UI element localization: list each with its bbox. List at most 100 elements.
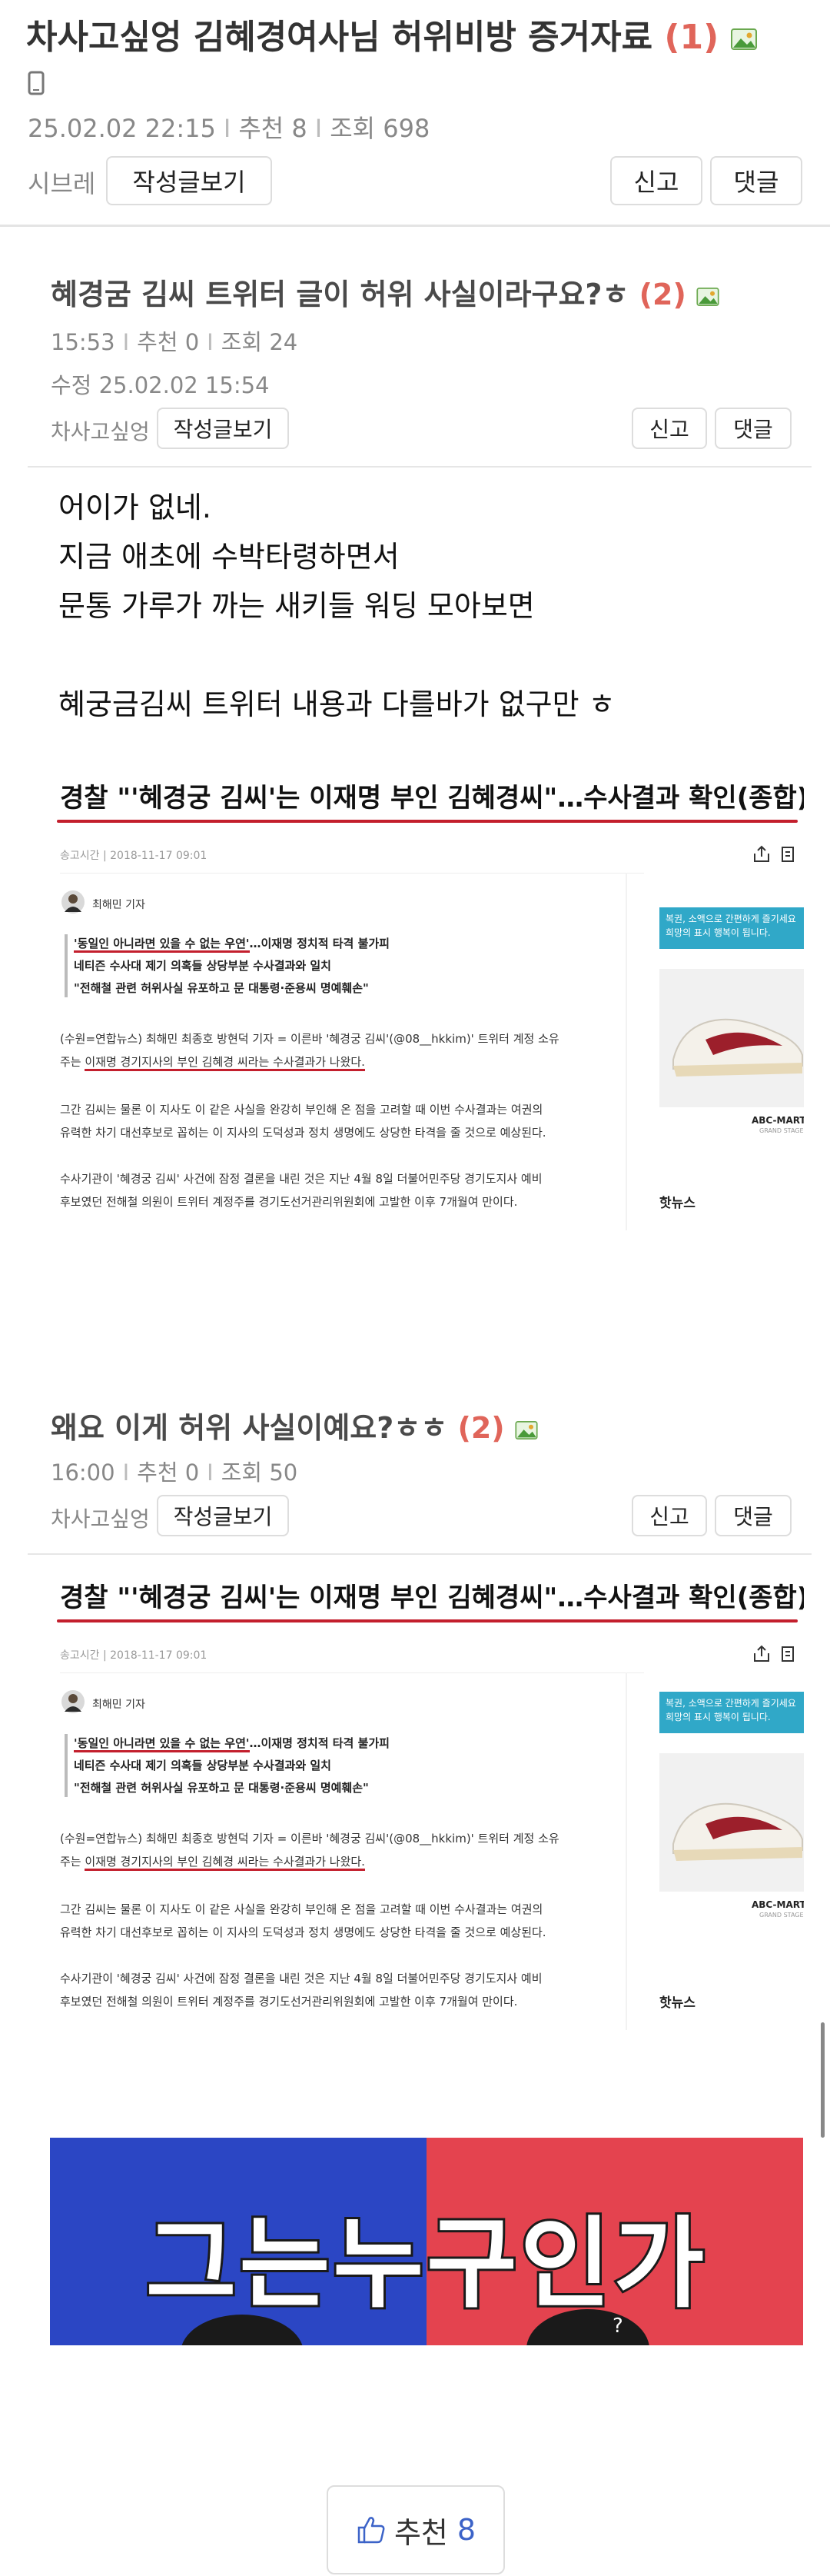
reporter-avatar: [61, 1690, 85, 1713]
image-attachment-icon: [730, 28, 757, 50]
news-para-2b: 유력한 차기 대선후보로 꼽히는 이 지사의 도덕성과 정치 생명에도 상당한 …: [60, 1925, 546, 1939]
post-date: 25.02.02 22:15: [28, 114, 216, 143]
reply1-body: 어이가 없네. 지금 애초에 수박타령하면서 문통 가루가 까는 새키들 워딩 …: [58, 483, 616, 729]
reply2-title: 왜요 이게 허위 사실이예요?ㅎㅎ (2): [51, 1404, 538, 1446]
post-title-text: 차사고싶엉 김혜경여사님 허위비방 증거자료: [26, 18, 653, 57]
news-para-3b: 후보였던 전해철 의원이 트위터 계정주를 경기도선거관리위원회에 고발한 이후…: [60, 1995, 518, 2009]
ad-banner: 복권, 소액으로 간편하게 즐기세요 희망의 표시 행복이 됩니다.: [659, 907, 804, 949]
news-para-3a: 수사기관이 '혜경궁 김씨' 사건에 잠정 결론을 내린 것은 지난 4월 8일…: [60, 1172, 543, 1186]
news-timestamp: 송고시간 | 2018-11-17 09:01: [60, 850, 208, 862]
reply1-title-text: 혜경굼 김씨 트위터 글이 허위 사실이라구요?ㅎ: [51, 278, 629, 311]
reply1-view-count: 조회 24: [221, 329, 298, 355]
reply1-body-line: [58, 631, 616, 680]
reply2-divider: [28, 1553, 812, 1555]
reply2-report-button[interactable]: 신고: [632, 1495, 707, 1536]
poster-image: 그는누구인가 ?: [50, 2138, 803, 2345]
view-posts-button[interactable]: 작성글보기: [106, 156, 272, 205]
thumbs-up-icon: [357, 2517, 385, 2544]
recommend-count: 8: [456, 2513, 476, 2547]
news-para-2b: 유력한 차기 대선후보로 꼽히는 이 지사의 도덕성과 정치 생명에도 상당한 …: [60, 1126, 546, 1140]
reply2-view-posts-button[interactable]: 작성글보기: [157, 1495, 289, 1536]
news-para-1a: (수원=연합뉴스) 최해민 최종호 방현덕 기자 = 이른바 '혜경궁 김씨'(…: [60, 1832, 559, 1845]
news-lead-1: '동일인 아니라면 있을 수 없는 우연'…이재명 정치적 타격 불가피: [74, 1735, 390, 1752]
reply1-body-line: 혜궁금김씨 트위터 내용과 다를바가 없구만 ㅎ: [58, 687, 616, 721]
post-author[interactable]: 시브레: [28, 165, 95, 200]
news-timestamp: 송고시간 | 2018-11-17 09:01: [60, 1649, 208, 1662]
share-icon: [754, 1645, 794, 1662]
hot-news-label: 핫뉴스: [659, 1196, 696, 1211]
reply2-recommend-count: 추천 0: [137, 1459, 200, 1486]
shoe-image: [659, 969, 804, 1107]
news-headline: 경찰 "'혜경궁 김씨'는 이재명 부인 김혜경씨"…수사결과 확인(종합): [60, 783, 804, 814]
news-para-1b: 주는 이재명 경기지사의 부인 김혜경 씨라는 수사결과가 나왔다.: [60, 1053, 365, 1071]
reply1-meta: 15:53 I 추천 0 I 조회 24: [51, 329, 298, 355]
poster-text: 그는누구인가: [144, 2205, 708, 2324]
news-screenshot-2: 경찰 "'혜경궁 김씨'는 이재명 부인 김혜경씨"…수사결과 확인(종합) 송…: [52, 1576, 804, 2030]
news-para-1b: 주는 이재명 경기지사의 부인 김혜경 씨라는 수사결과가 나왔다.: [60, 1853, 365, 1871]
news-ad: 복권, 소액으로 간편하게 즐기세요 희망의 표시 행복이 됩니다. ABC-M…: [659, 1692, 804, 2030]
headline-underline: [57, 820, 798, 823]
reply2-time: 16:00: [51, 1459, 115, 1486]
silhouette-right: ?: [526, 2309, 649, 2345]
shoe-image: [659, 1753, 804, 1892]
headline-underline: [57, 1619, 798, 1622]
reply1-edited: 수정 25.02.02 15:54: [51, 372, 270, 398]
reply2-comment-button[interactable]: 댓글: [715, 1495, 792, 1536]
reply1-report-button[interactable]: 신고: [632, 408, 707, 449]
reply1-divider: [28, 466, 812, 468]
news-ad: 복권, 소액으로 간편하게 즐기세요 희망의 표시 행복이 됩니다. ABC-M…: [659, 907, 804, 1230]
comment-button[interactable]: 댓글: [710, 156, 802, 205]
news-para-2a: 그간 김씨는 물론 이 지사도 이 같은 사실을 완강히 부인해 온 점을 고려…: [60, 1902, 543, 1916]
scrollbar-thumb[interactable]: [821, 2022, 825, 2138]
mobile-device-icon: [28, 71, 45, 95]
ad-banner: 복권, 소액으로 간편하게 즐기세요 희망의 표시 행복이 됩니다.: [659, 1692, 804, 1733]
news-para-2a: 그간 김씨는 물론 이 지사도 이 같은 사실을 완강히 부인해 온 점을 고려…: [60, 1103, 543, 1117]
comment-count[interactable]: (1): [664, 18, 719, 57]
ad-brand: ABC-MART: [752, 1115, 804, 1126]
image-attachment-icon: [696, 287, 719, 306]
reply2-title-text: 왜요 이게 허위 사실이예요?ㅎㅎ: [51, 1411, 448, 1445]
ad-sub: GRAND STAGE: [759, 1127, 804, 1134]
reply2-comment-count[interactable]: (2): [457, 1411, 504, 1445]
reply2-meta: 16:00 I 추천 0 I 조회 50: [51, 1459, 298, 1486]
reply1-view-posts-button[interactable]: 작성글보기: [157, 408, 289, 449]
ad-sub: GRAND STAGE: [759, 1912, 804, 1919]
news-lead-3: "전해철 관련 허위사실 유포하고 문 대통령·준용씨 명예훼손": [74, 1781, 369, 1795]
news-lead-3: "전해철 관련 허위사실 유포하고 문 대통령·준용씨 명예훼손": [74, 981, 369, 995]
post-title: 차사고싶엉 김혜경여사님 허위비방 증거자료 (1): [26, 9, 757, 58]
reply2-view-count: 조회 50: [221, 1459, 298, 1486]
reply1-title: 혜경굼 김씨 트위터 글이 허위 사실이라구요?ㅎ (2): [51, 271, 719, 313]
reply2-author[interactable]: 차사고싶엉: [51, 1503, 150, 1533]
hot-news-label: 핫뉴스: [659, 1995, 696, 2011]
news-para-1a: (수원=연합뉴스) 최해민 최종호 방현덕 기자 = 이른바 '혜경궁 김씨'(…: [60, 1032, 559, 1046]
news-headline: 경찰 "'혜경궁 김씨'는 이재명 부인 김혜경씨"…수사결과 확인(종합): [60, 1583, 804, 1613]
news-screenshot-1: 경찰 "'혜경궁 김씨'는 이재명 부인 김혜경씨"…수사결과 확인(종합) 송…: [52, 777, 804, 1230]
reporter-avatar: [61, 890, 85, 914]
recommend-button[interactable]: 추천 8: [327, 2485, 505, 2574]
news-lead-2: 네티즌 수사대 제기 의혹들 상당부분 수사결과와 일치: [74, 959, 331, 973]
reply1-body-line: 문통 가루가 까는 새키들 워딩 모아보면: [58, 589, 535, 623]
reply1-body-line: 지금 애초에 수박타령하면서: [58, 540, 400, 574]
reply1-time: 15:53: [51, 329, 115, 355]
reply1-comment-count[interactable]: (2): [639, 278, 686, 311]
news-para-3b: 후보였던 전해철 의원이 트위터 계정주를 경기도선거관리위원회에 고발한 이후…: [60, 1195, 518, 1209]
post-recommend-count: 추천 8: [238, 114, 307, 143]
post-meta: 25.02.02 22:15 I 추천 8 I 조회 698: [28, 114, 430, 143]
news-lead-1: '동일인 아니라면 있을 수 없는 우연'…이재명 정치적 타격 불가피: [74, 935, 390, 953]
reply1-comment-button[interactable]: 댓글: [715, 408, 792, 449]
header-divider: [0, 225, 830, 227]
reply1-author[interactable]: 차사고싶엉: [51, 415, 150, 446]
silhouette-left: [181, 2315, 303, 2345]
news-lead-2: 네티즌 수사대 제기 의혹들 상당부분 수사결과와 일치: [74, 1759, 331, 1772]
reply1-body-line: 어이가 없네.: [58, 491, 211, 524]
reply1-recommend-count: 추천 0: [137, 329, 200, 355]
svg-text:?: ?: [613, 2315, 623, 2338]
news-para-3a: 수사기관이 '혜경궁 김씨' 사건에 잠정 결론을 내린 것은 지난 4월 8일…: [60, 1972, 543, 1985]
share-icon: [754, 845, 794, 862]
ad-brand: ABC-MART: [752, 1899, 804, 1910]
news-reporter: 최해민 기자: [92, 1699, 145, 1711]
recommend-label: 추천: [393, 2515, 448, 2550]
image-attachment-icon: [515, 1420, 538, 1439]
report-button[interactable]: 신고: [610, 156, 702, 205]
news-reporter: 최해민 기자: [92, 899, 145, 911]
